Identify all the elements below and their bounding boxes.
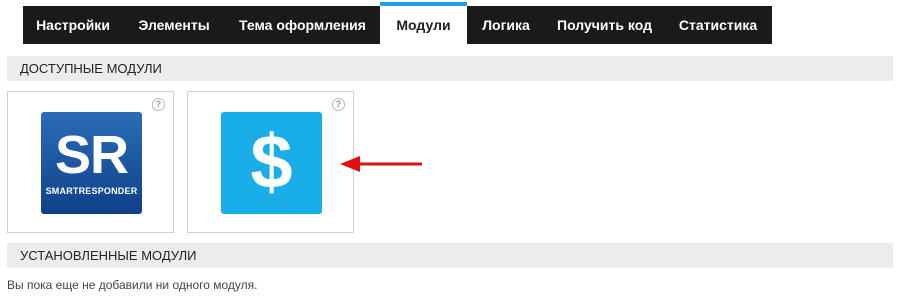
sr-logo-text: SR xyxy=(54,125,129,185)
help-icon[interactable]: ? xyxy=(332,98,345,111)
module-card-payment[interactable]: ? $ xyxy=(187,91,354,233)
no-modules-message: Вы пока еще не добавили ни одного модуля… xyxy=(7,278,258,292)
tab-modules[interactable]: Модули xyxy=(380,2,467,44)
red-arrow-annotation xyxy=(340,156,422,172)
tab-elements[interactable]: Элементы xyxy=(123,6,225,44)
tab-logic[interactable]: Логика xyxy=(467,6,545,44)
sr-logo-subtext: SMARTRESPONDER xyxy=(45,186,138,196)
smartresponder-logo: SR SMARTRESPONDER xyxy=(41,112,142,214)
tab-theme[interactable]: Тема оформления xyxy=(225,6,380,44)
dollar-icon: $ xyxy=(221,112,322,214)
installed-modules-header: УСТАНОВЛЕННЫЕ МОДУЛИ xyxy=(7,243,893,268)
available-modules-header: ДОСТУПНЫЕ МОДУЛИ xyxy=(7,56,893,81)
tab-statistics[interactable]: Статистика xyxy=(664,6,772,44)
module-card-smartresponder[interactable]: ? SR SMARTRESPONDER xyxy=(7,91,174,233)
tab-bar: Настройки Элементы Тема оформления Модул… xyxy=(23,2,772,44)
tab-get-code[interactable]: Получить код xyxy=(545,6,664,44)
tab-settings[interactable]: Настройки xyxy=(23,6,123,44)
help-icon[interactable]: ? xyxy=(152,98,165,111)
